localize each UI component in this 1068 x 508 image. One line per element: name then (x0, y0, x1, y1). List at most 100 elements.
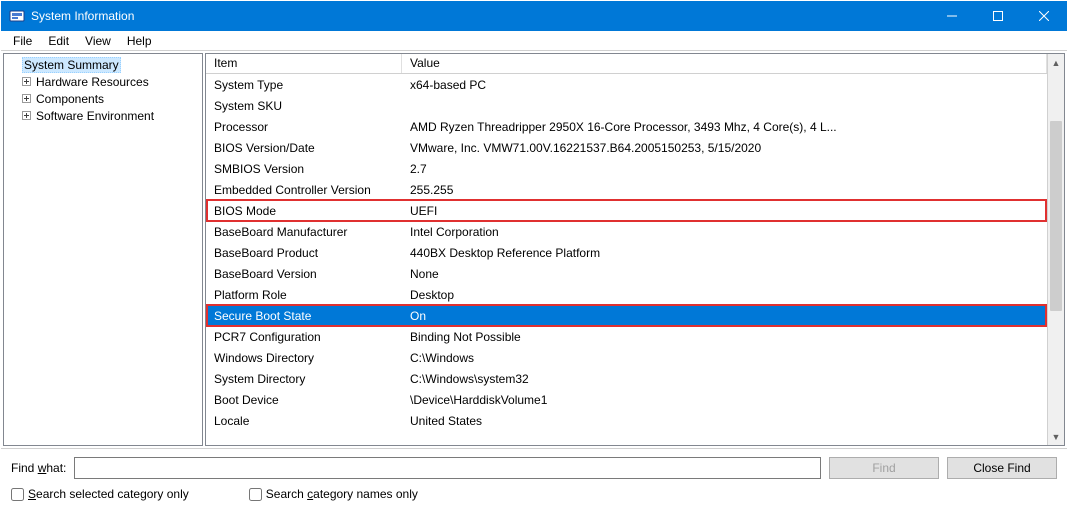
search-category-names-checkbox[interactable]: Search category names only (249, 487, 418, 501)
cell-item: System Type (206, 78, 402, 92)
cell-item: BIOS Mode (206, 204, 402, 218)
tree-pane: System Summary Hardware Resources Compone… (3, 53, 203, 446)
table-row[interactable]: BIOS Version/DateVMware, Inc. VMW71.00V.… (206, 137, 1047, 158)
menu-help[interactable]: Help (119, 33, 160, 49)
table-row[interactable]: Windows DirectoryC:\Windows (206, 347, 1047, 368)
find-label-suffix: hat: (46, 461, 66, 475)
tree-item[interactable]: Software Environment (4, 107, 202, 124)
cell-value: \Device\HarddiskVolume1 (402, 393, 1047, 407)
search-selected-category-input[interactable] (11, 488, 24, 501)
cell-item: System SKU (206, 99, 402, 113)
category-tree[interactable]: System Summary Hardware Resources Compone… (4, 54, 202, 124)
table-row[interactable]: Boot Device\Device\HarddiskVolume1 (206, 389, 1047, 410)
find-button[interactable]: Find (829, 457, 939, 479)
table-row[interactable]: Secure Boot StateOn (206, 305, 1047, 326)
cell-value: x64-based PC (402, 78, 1047, 92)
column-value[interactable]: Value (402, 54, 1047, 73)
cell-value: 255.255 (402, 183, 1047, 197)
cell-item: Secure Boot State (206, 309, 402, 323)
tree-item-label: Components (34, 92, 106, 106)
cell-value: United States (402, 414, 1047, 428)
cell-value: None (402, 267, 1047, 281)
find-panel: Find what: Find Close Find Search select… (1, 448, 1067, 507)
app-icon (9, 8, 25, 24)
chk2-prefix: Search (266, 487, 307, 501)
cell-value: C:\Windows\system32 (402, 372, 1047, 386)
tree-item-label: Software Environment (34, 109, 156, 123)
cell-value: AMD Ryzen Threadripper 2950X 16-Core Pro… (402, 120, 1047, 134)
table-row[interactable]: BIOS ModeUEFI (206, 200, 1047, 221)
chk1-rest: earch selected category only (36, 487, 189, 501)
menu-edit[interactable]: Edit (40, 33, 77, 49)
cell-item: Processor (206, 120, 402, 134)
expand-icon[interactable] (20, 110, 32, 122)
table-row[interactable]: BaseBoard VersionNone (206, 263, 1047, 284)
cell-item: Platform Role (206, 288, 402, 302)
cell-item: Locale (206, 414, 402, 428)
table-row[interactable]: PCR7 ConfigurationBinding Not Possible (206, 326, 1047, 347)
table-row[interactable]: SMBIOS Version2.7 (206, 158, 1047, 179)
tree-item[interactable]: Hardware Resources (4, 73, 202, 90)
maximize-button[interactable] (975, 1, 1021, 31)
table-row[interactable]: System SKU (206, 95, 1047, 116)
search-category-names-input[interactable] (249, 488, 262, 501)
cell-value: VMware, Inc. VMW71.00V.16221537.B64.2005… (402, 141, 1047, 155)
list-header: Item Value (206, 54, 1047, 74)
vertical-scrollbar[interactable]: ▲ ▼ (1047, 54, 1064, 445)
minimize-button[interactable] (929, 1, 975, 31)
title-bar: System Information (1, 1, 1067, 31)
tree-item-label: Hardware Resources (34, 75, 151, 89)
main-area: System Summary Hardware Resources Compone… (1, 51, 1067, 448)
cell-value: C:\Windows (402, 351, 1047, 365)
column-item[interactable]: Item (206, 54, 402, 73)
cell-item: SMBIOS Version (206, 162, 402, 176)
cell-item: BaseBoard Version (206, 267, 402, 281)
menu-file[interactable]: File (5, 33, 40, 49)
scroll-track[interactable] (1048, 71, 1064, 428)
menu-view[interactable]: View (77, 33, 119, 49)
scroll-up-icon[interactable]: ▲ (1048, 54, 1064, 71)
table-row[interactable]: BaseBoard ManufacturerIntel Corporation (206, 221, 1047, 242)
expand-icon[interactable] (20, 93, 32, 105)
cell-item: BaseBoard Manufacturer (206, 225, 402, 239)
find-label: Find what: (11, 461, 66, 475)
find-input[interactable] (74, 457, 821, 479)
table-row[interactable]: BaseBoard Product440BX Desktop Reference… (206, 242, 1047, 263)
table-row[interactable]: Embedded Controller Version255.255 (206, 179, 1047, 200)
chk1-ul: S (28, 487, 36, 501)
find-label-prefix: Find (11, 461, 38, 475)
tree-root[interactable]: System Summary (4, 56, 202, 73)
details-list[interactable]: Item Value System Typex64-based PCSystem… (206, 54, 1047, 445)
scroll-down-icon[interactable]: ▼ (1048, 428, 1064, 445)
table-row[interactable]: System DirectoryC:\Windows\system32 (206, 368, 1047, 389)
table-row[interactable]: System Typex64-based PC (206, 74, 1047, 95)
expand-icon[interactable] (20, 76, 32, 88)
chk2-rest: ategory names only (313, 487, 418, 501)
cell-value: UEFI (402, 204, 1047, 218)
table-row[interactable]: Platform RoleDesktop (206, 284, 1047, 305)
table-row[interactable]: ProcessorAMD Ryzen Threadripper 2950X 16… (206, 116, 1047, 137)
chk2-label: Search category names only (266, 487, 418, 501)
close-button[interactable] (1021, 1, 1067, 31)
cell-item: Windows Directory (206, 351, 402, 365)
cell-value: On (402, 309, 1047, 323)
tree-root-label: System Summary (22, 57, 121, 73)
cell-item: Embedded Controller Version (206, 183, 402, 197)
menu-bar: File Edit View Help (1, 31, 1067, 51)
list-pane: Item Value System Typex64-based PCSystem… (205, 53, 1065, 446)
cell-item: PCR7 Configuration (206, 330, 402, 344)
cell-value: Intel Corporation (402, 225, 1047, 239)
window-title: System Information (31, 9, 134, 23)
cell-item: BIOS Version/Date (206, 141, 402, 155)
search-selected-category-checkbox[interactable]: Search selected category only (11, 487, 189, 501)
cell-value: Binding Not Possible (402, 330, 1047, 344)
cell-value: 2.7 (402, 162, 1047, 176)
blank-icon (8, 59, 20, 71)
scroll-thumb[interactable] (1050, 121, 1062, 311)
close-find-button[interactable]: Close Find (947, 457, 1057, 479)
cell-item: System Directory (206, 372, 402, 386)
chk1-label: Search selected category only (28, 487, 189, 501)
table-row[interactable]: LocaleUnited States (206, 410, 1047, 431)
cell-item: Boot Device (206, 393, 402, 407)
tree-item[interactable]: Components (4, 90, 202, 107)
